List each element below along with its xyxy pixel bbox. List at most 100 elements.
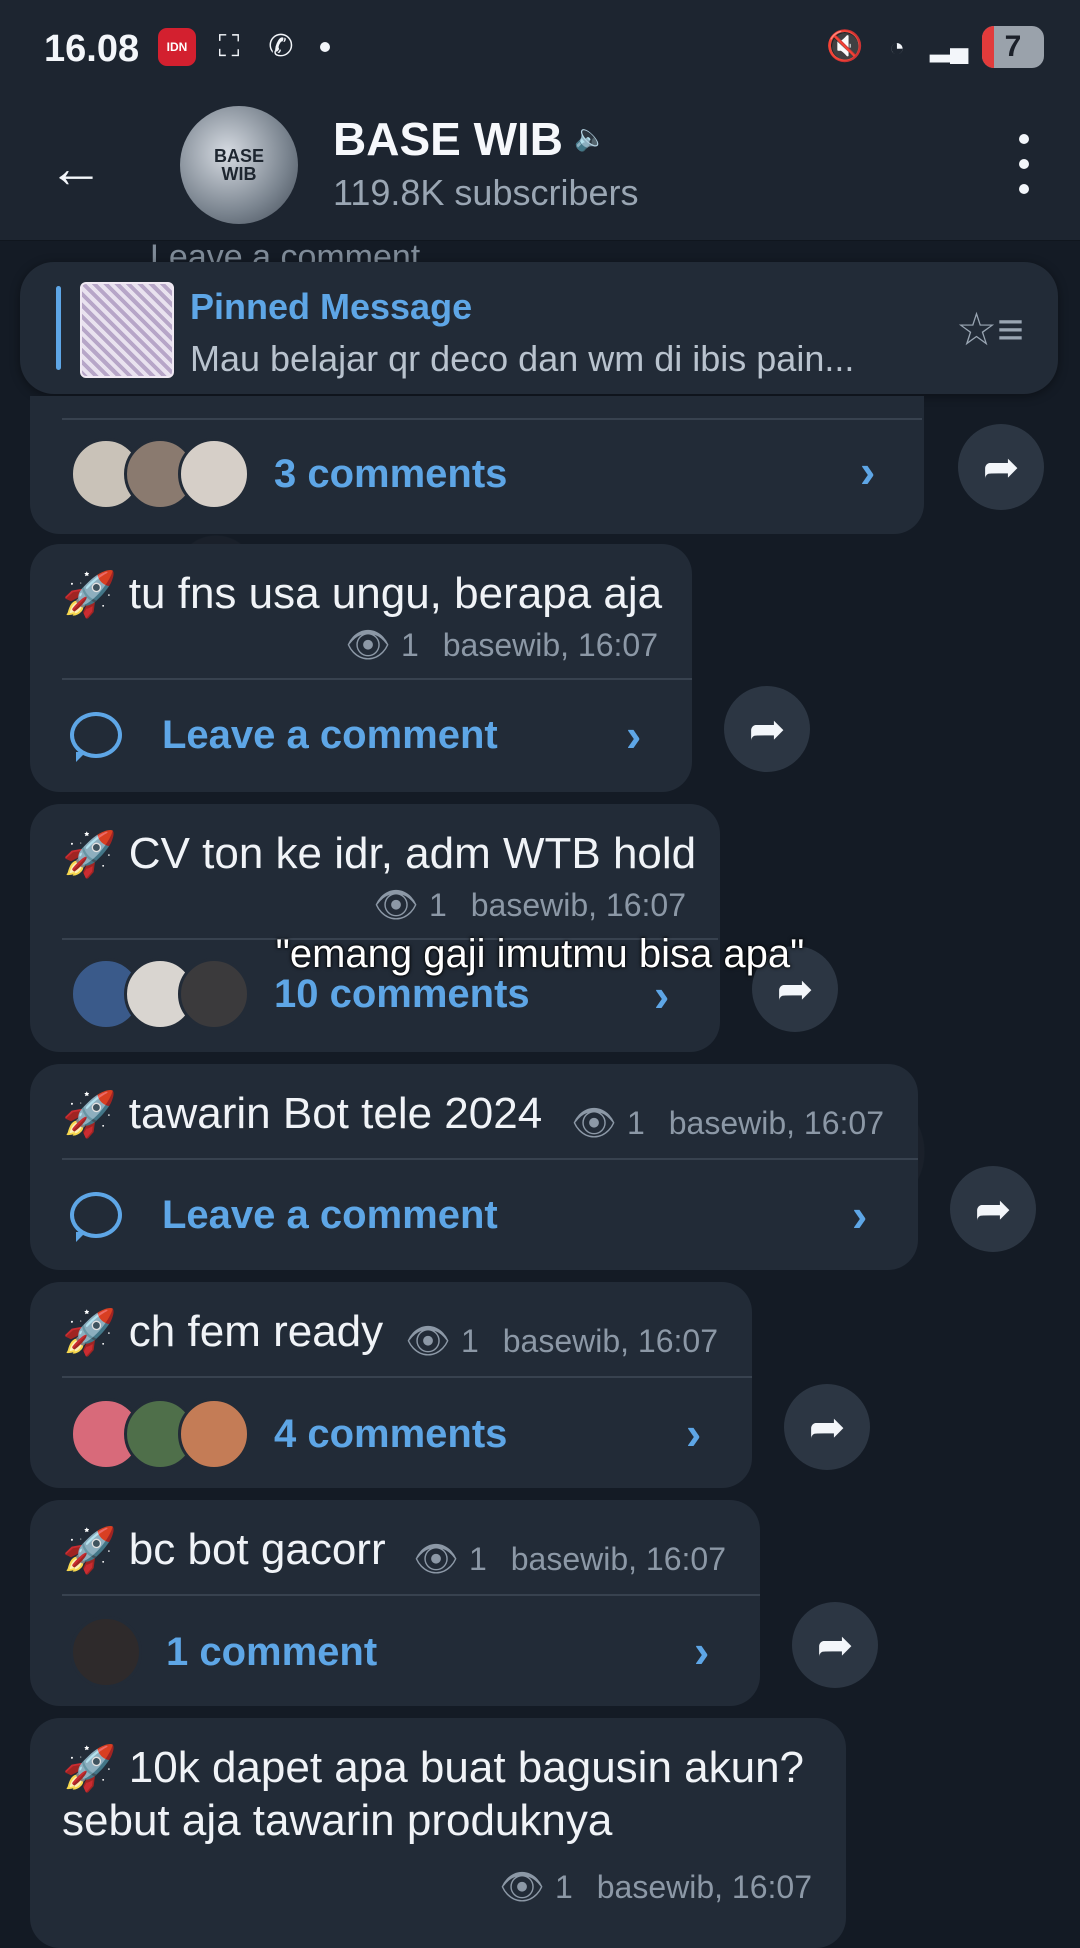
pinned-list-icon[interactable]: ☆≡ [956, 302, 1024, 356]
channel-title[interactable]: BASE WIB [333, 112, 563, 166]
message-text: tawarin Bot tele 2024 [128, 1089, 543, 1138]
message-row: 🚀 tawarin Bot tele 2024 [62, 1088, 542, 1140]
message-text: tu fns usa ungu, berapa aja [128, 569, 663, 618]
rocket-icon: 🚀 [62, 1744, 117, 1793]
commenter-avatars [70, 438, 250, 510]
leave-comment-button[interactable]: Leave a comment [70, 1192, 498, 1242]
pinned-text: Mau belajar qr deco dan wm di ibis pain.… [190, 338, 855, 379]
author-time: basewib, 16:07 [668, 1104, 884, 1141]
status-bar: 16.08 IDN ⛶ ✆ 🔇 ◔ ▂▄ 7 [0, 0, 1080, 100]
comments-button[interactable]: 3 comments [70, 438, 507, 510]
message-meta: 👁 1 basewib, 16:07 [499, 1866, 812, 1908]
message-meta: 👁 1 basewib, 16:07 [413, 1538, 726, 1580]
share-button[interactable]: ➦ [792, 1602, 878, 1688]
mute-icon: 🔇 [826, 30, 864, 63]
message-row: 🚀 ch fem ready [62, 1306, 383, 1358]
message-bubble: 🚀 10k dapet apa buat bagusin akun? sebut… [30, 1718, 846, 1948]
pinned-message-bar[interactable]: Pinned Message Mau belajar qr deco dan w… [20, 262, 1058, 394]
comment-icon [70, 712, 122, 762]
author-time: basewib, 16:07 [442, 626, 658, 663]
message-bubble: 🚀 ch fem ready 👁 1 basewib, 16:07 4 comm… [30, 1282, 752, 1488]
views-icon: 👁 [499, 1866, 545, 1907]
channel-avatar[interactable]: BASE WIB [180, 106, 298, 224]
divider [62, 1376, 752, 1378]
divider [62, 1594, 760, 1596]
message-meta: 👁 1 basewib, 16:07 [345, 624, 658, 666]
muted-icon: 🔈 [574, 122, 607, 152]
comments-label: 4 comments [274, 1411, 508, 1456]
comment-label: Leave a comment [162, 712, 498, 757]
avatar-text: BASE WIB [213, 146, 264, 184]
pinned-title: Pinned Message [190, 286, 473, 327]
views-icon: 👁 [413, 1538, 459, 1579]
pinned-indicator [56, 286, 61, 370]
status-system-icons: 🔇 ◔ ▂▄ 7 [826, 26, 1044, 68]
comments-label: 1 comment [166, 1629, 378, 1674]
view-count: 1 [460, 1322, 479, 1359]
back-arrow-icon[interactable]: ← [48, 140, 108, 200]
view-count: 1 [428, 886, 447, 923]
views-icon: 👁 [373, 884, 419, 925]
share-button[interactable]: ➦ [958, 424, 1044, 510]
avatar [178, 1398, 250, 1470]
idn-app-icon: IDN [158, 28, 196, 66]
author-time: basewib, 16:07 [510, 1540, 726, 1577]
status-time: 16.08 [44, 28, 140, 70]
message-row: 🚀 10k dapet apa buat bagusin akun? [62, 1742, 804, 1794]
rocket-icon: 🚀 [62, 1090, 117, 1139]
share-button[interactable]: ➦ [950, 1166, 1036, 1252]
comments-label: 3 comments [274, 451, 508, 496]
leave-comment-button[interactable]: Leave a comment [70, 712, 498, 762]
comment-label: Leave a comment [162, 1192, 498, 1237]
signal-icon: ▂▄ [930, 32, 969, 62]
comments-button[interactable]: 4 comments [70, 1398, 507, 1470]
scan-icon: ⛶ [218, 30, 240, 63]
status-notification-icons: IDN ⛶ ✆ [158, 28, 330, 66]
message-bubble: 🚀 tawarin Bot tele 2024 👁 1 basewib, 16:… [30, 1064, 918, 1270]
view-count: 1 [626, 1104, 645, 1141]
comments-label: 10 comments [274, 971, 530, 1016]
more-options-icon[interactable] [1014, 134, 1034, 194]
views-icon: 👁 [571, 1102, 617, 1143]
author-time: basewib, 16:07 [502, 1322, 718, 1359]
views-icon: 👁 [405, 1320, 451, 1361]
message-bubble: 🚀 bc bot gacorr 👁 1 basewib, 16:07 1 com… [30, 1500, 760, 1706]
comment-icon [70, 1192, 122, 1242]
rocket-icon: 🚀 [62, 570, 117, 619]
video-caption: "emang gaji imutmu bisa apa" [275, 932, 805, 976]
commenter-avatars [70, 1398, 250, 1470]
message-text: bc bot gacorr [128, 1525, 386, 1574]
whatsapp-icon: ✆ [268, 30, 294, 63]
share-button[interactable]: ➦ [724, 686, 810, 772]
chevron-right-icon: › [694, 1625, 710, 1677]
commenter-avatars [70, 1616, 142, 1688]
views-icon: 👁 [345, 624, 391, 665]
message-text: CV ton ke idr, adm WTB hold [128, 829, 697, 878]
avatar [70, 1616, 142, 1688]
more-notifications-dot-icon [320, 42, 330, 52]
message-row: 🚀 CV ton ke idr, adm WTB hold [62, 828, 696, 880]
divider [62, 678, 692, 680]
avatar [178, 438, 250, 510]
message-row: 🚀 tu fns usa ungu, berapa aja [62, 568, 662, 620]
message-bubble: 🚀 CV ton ke idr, adm WTB hold 👁 1 basewi… [30, 804, 720, 1052]
chevron-right-icon: › [686, 1407, 702, 1459]
battery-icon: 7 [982, 26, 1044, 68]
message-text: ch fem ready [128, 1307, 384, 1356]
view-count: 1 [554, 1868, 573, 1905]
subscriber-count: 119.8K subscribers [333, 172, 639, 213]
divider [62, 418, 922, 420]
message-meta: 👁 1 basewib, 16:07 [405, 1320, 718, 1362]
message-row: sebut aja tawarin produknya [62, 1796, 612, 1846]
share-button[interactable]: ➦ [784, 1384, 870, 1470]
comments-button[interactable]: 1 comment [70, 1616, 377, 1688]
rocket-icon: 🚀 [62, 830, 117, 879]
author-time: basewib, 16:07 [470, 886, 686, 923]
message-meta: 👁 1 basewib, 16:07 [571, 1102, 884, 1144]
author-time: basewib, 16:07 [596, 1868, 812, 1905]
pinned-thumbnail [80, 282, 174, 378]
message-row: 🚀 bc bot gacorr [62, 1524, 386, 1576]
channel-header: ← BASE WIB BASE WIB 🔈 119.8K subscribers [0, 100, 1080, 241]
rocket-icon: 🚀 [62, 1526, 117, 1575]
message-meta: 👁 1 basewib, 16:07 [373, 884, 686, 926]
